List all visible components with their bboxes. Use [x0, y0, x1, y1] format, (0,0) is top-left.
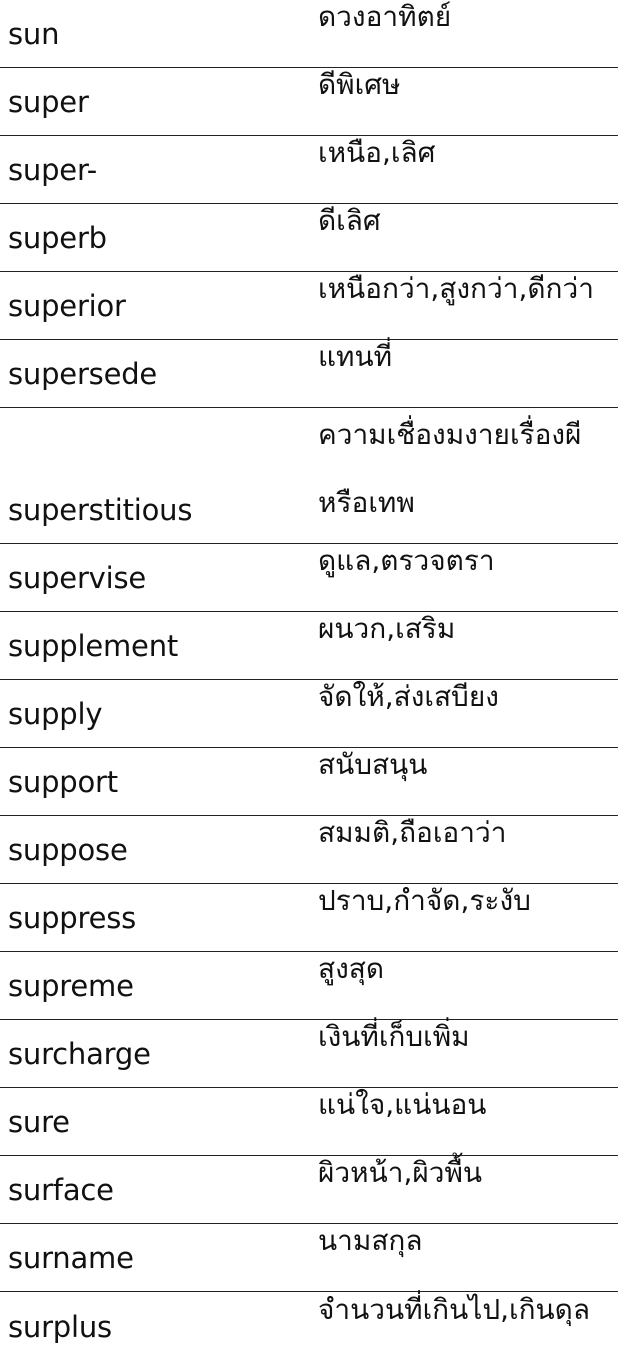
table-row-supersede: supersede แทนที่ — [0, 340, 618, 408]
thai-meaning-line-1: ความเชื่องมงายเรื่องผี — [318, 418, 582, 451]
english-word: suppress — [8, 901, 137, 935]
thai-meaning: สนับสนุน — [318, 748, 428, 781]
thai-meaning: จำนวนที่เกินไป,เกินดุล — [318, 1293, 591, 1326]
english-word: suppose — [8, 833, 128, 867]
english-word: superstitious — [8, 493, 193, 527]
english-word: supreme — [8, 969, 134, 1003]
thai-meaning: ผิวหน้า,ผิวพื้น — [318, 1156, 483, 1189]
thai-meaning: นามสกุล — [318, 1224, 423, 1257]
english-word: superior — [8, 289, 126, 323]
english-word: support — [8, 765, 118, 799]
english-word: supersede — [8, 357, 158, 391]
thai-meaning: ดูแล,ตรวจตรา — [318, 544, 495, 577]
vocabulary-table: sun ดวงอาทิตย์ super ดีพิเศษ super- เหนื… — [0, 0, 618, 1344]
thai-meaning: ดีพิเศษ — [318, 68, 401, 101]
thai-meaning: ดีเลิศ — [318, 204, 381, 237]
thai-meaning: ความเชื่องมงายเรื่องผี หรือเทพ — [318, 401, 618, 537]
english-word: super — [8, 85, 89, 119]
english-word: surface — [8, 1173, 114, 1207]
thai-meaning: เงินที่เก็บเพิ่ม — [318, 1020, 470, 1053]
english-word: sure — [8, 1105, 70, 1139]
thai-meaning: แน่ใจ,แน่นอน — [318, 1088, 487, 1121]
thai-meaning: ปราบ,กำจัด,ระงับ — [318, 884, 531, 917]
english-word: surcharge — [8, 1037, 151, 1071]
thai-meaning: สมมติ,ถือเอาว่า — [318, 816, 507, 849]
table-row-superstitious: superstitious ความเชื่องมงายเรื่องผี หรื… — [0, 408, 618, 544]
english-word: supply — [8, 697, 103, 731]
thai-meaning: แทนที่ — [318, 340, 393, 373]
english-word: supervise — [8, 561, 147, 595]
thai-meaning: เหนือ,เลิศ — [318, 136, 436, 169]
thai-meaning: จัดให้,ส่งเสบียง — [318, 680, 499, 713]
english-word: sun — [8, 17, 60, 51]
english-word: super- — [8, 153, 98, 187]
english-word: surname — [8, 1241, 134, 1275]
thai-meaning: ดวงอาทิตย์ — [318, 0, 452, 33]
english-word: superb — [8, 221, 107, 255]
table-row-surplus: surplus จำนวนที่เกินไป,เกินดุล — [0, 1292, 618, 1360]
english-word: supplement — [8, 629, 179, 663]
thai-meaning: เหนือกว่า,สูงกว่า,ดีกว่า — [318, 272, 594, 305]
thai-meaning: ผนวก,เสริม — [318, 612, 456, 645]
thai-meaning: สูงสุด — [318, 952, 385, 985]
english-word: surplus — [8, 1310, 112, 1344]
